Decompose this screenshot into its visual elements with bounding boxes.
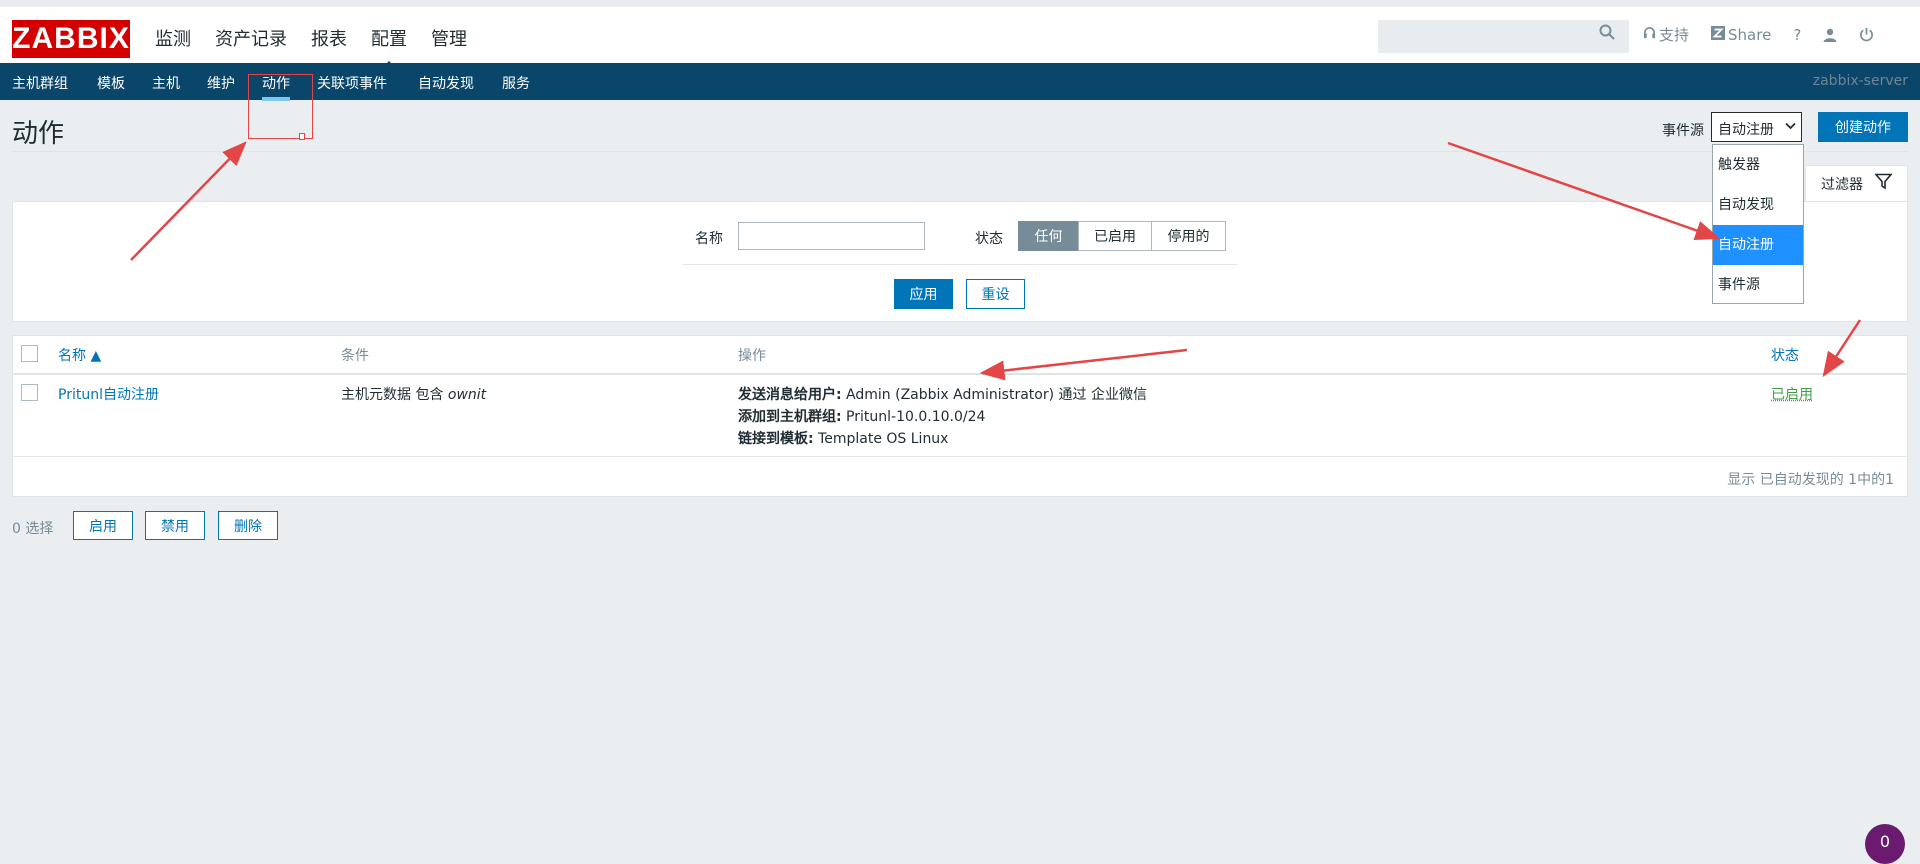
- header-status: 状态: [1771, 348, 1799, 364]
- subnav-correlation[interactable]: 关联项事件: [317, 73, 387, 93]
- share-link[interactable]: Share: [1711, 25, 1772, 44]
- server-name: zabbix-server: [1812, 73, 1908, 89]
- apply-button[interactable]: 应用: [894, 279, 953, 309]
- help-icon[interactable]: ?: [1793, 26, 1801, 44]
- share-label: Share: [1728, 25, 1772, 44]
- title-divider: [12, 151, 1908, 152]
- subnav-host-groups[interactable]: 主机群组: [12, 73, 68, 93]
- filter-status-label: 状态: [975, 231, 1003, 247]
- operation-label: 链接到模板:: [738, 431, 814, 447]
- create-action-button[interactable]: 创建动作: [1818, 112, 1908, 142]
- event-source-dropdown: 触发器 自动发现 自动注册 事件源: [1712, 144, 1804, 304]
- search-icon[interactable]: [1599, 24, 1617, 42]
- filter-tab-label: 过滤器: [1821, 176, 1863, 193]
- operation-text: Template OS Linux: [813, 431, 949, 447]
- mass-disable-button[interactable]: 禁用: [145, 511, 205, 540]
- mass-enable-button[interactable]: 启用: [73, 511, 133, 540]
- event-source-select[interactable]: 自动注册: [1711, 112, 1802, 142]
- floating-avatar[interactable]: 0: [1865, 824, 1905, 864]
- table-header-divider: [12, 373, 1908, 375]
- table-footer-count: 显示 已自动发现的 1中的1: [1727, 472, 1894, 488]
- action-condition: 主机元数据 包含 ownit: [341, 384, 486, 404]
- option-autoregistration[interactable]: 自动注册: [1713, 225, 1803, 265]
- support-link[interactable]: 支持: [1643, 24, 1689, 45]
- annotation-highlight-box: [248, 74, 313, 140]
- operation-text: Admin (Zabbix Administrator) 通过 企业微信: [841, 387, 1147, 403]
- operation-line: 链接到模板: Template OS Linux: [738, 428, 1147, 450]
- top-links: 支持 Share ?: [1643, 24, 1896, 45]
- annotation-box-marker: [299, 133, 305, 140]
- option-triggers[interactable]: 触发器: [1713, 145, 1803, 185]
- menu-administration[interactable]: 管理: [431, 25, 467, 51]
- filter-tab[interactable]: 过滤器: [1805, 165, 1908, 201]
- filter-name-input[interactable]: [738, 222, 925, 250]
- filter-divider: [682, 264, 1238, 265]
- reset-button[interactable]: 重设: [966, 279, 1025, 309]
- subnav-hosts[interactable]: 主机: [152, 73, 180, 93]
- status-enabled[interactable]: 已启用: [1078, 221, 1152, 251]
- mass-delete-button[interactable]: 删除: [218, 511, 278, 540]
- search-input[interactable]: [1378, 20, 1629, 53]
- operation-line: 发送消息给用户: Admin (Zabbix Administrator) 通过…: [738, 384, 1147, 406]
- header-name-sort[interactable]: 名称 ▲: [58, 345, 101, 365]
- table-row-divider: [12, 456, 1908, 457]
- option-discovery[interactable]: 自动发现: [1713, 185, 1803, 225]
- signout-icon[interactable]: [1859, 27, 1874, 42]
- status-any[interactable]: 任何: [1018, 221, 1079, 251]
- top-header: ZABBIX 监测 资产记录 报表 配置 管理: [0, 0, 1920, 69]
- filter-icon: [1874, 173, 1893, 194]
- zabbix-logo[interactable]: ZABBIX: [12, 20, 130, 58]
- filter-panel: [12, 201, 1908, 322]
- event-source-label: 事件源: [1662, 123, 1704, 139]
- header-operations: 操作: [738, 348, 766, 364]
- user-profile-icon[interactable]: [1823, 28, 1837, 42]
- subnav-services[interactable]: 服务: [502, 73, 530, 93]
- action-operations: 发送消息给用户: Admin (Zabbix Administrator) 通过…: [738, 384, 1147, 450]
- select-all-checkbox[interactable]: [21, 345, 38, 362]
- menu-reports[interactable]: 报表: [311, 25, 347, 51]
- condition-prefix: 主机元数据 包含: [341, 387, 448, 403]
- page-title: 动作: [12, 119, 65, 149]
- menu-inventory[interactable]: 资产记录: [215, 25, 287, 51]
- filter-name-label: 名称: [695, 231, 723, 247]
- option-event-source[interactable]: 事件源: [1713, 265, 1803, 305]
- operation-text: Pritunl-10.0.10.0/24: [841, 409, 986, 425]
- subnav-templates[interactable]: 模板: [97, 73, 125, 93]
- subnav-maintenance[interactable]: 维护: [207, 73, 235, 93]
- row-checkbox[interactable]: [21, 384, 38, 401]
- action-name-link[interactable]: Pritunl自动注册: [58, 384, 159, 404]
- selected-count: 0 选择: [12, 521, 54, 537]
- support-label: 支持: [1659, 26, 1690, 44]
- operation-label: 添加到主机群组:: [738, 409, 842, 425]
- action-status-toggle[interactable]: 已启用: [1771, 384, 1813, 404]
- share-z-icon: [1711, 25, 1726, 44]
- event-source-selected: 自动注册: [1718, 122, 1774, 138]
- header-conditions: 条件: [341, 348, 369, 364]
- headset-icon: [1643, 26, 1656, 44]
- menu-monitoring[interactable]: 监测: [155, 25, 191, 51]
- main-menu: 监测 资产记录 报表 配置 管理: [155, 25, 491, 69]
- subnav-discovery[interactable]: 自动发现: [418, 73, 474, 93]
- chevron-down-icon: [1785, 119, 1796, 133]
- condition-value: ownit: [447, 387, 487, 403]
- status-disabled[interactable]: 停用的: [1151, 221, 1226, 251]
- operation-label: 发送消息给用户:: [738, 387, 842, 403]
- operation-line: 添加到主机群组: Pritunl-10.0.10.0/24: [738, 406, 1147, 428]
- menu-configuration[interactable]: 配置: [371, 25, 407, 69]
